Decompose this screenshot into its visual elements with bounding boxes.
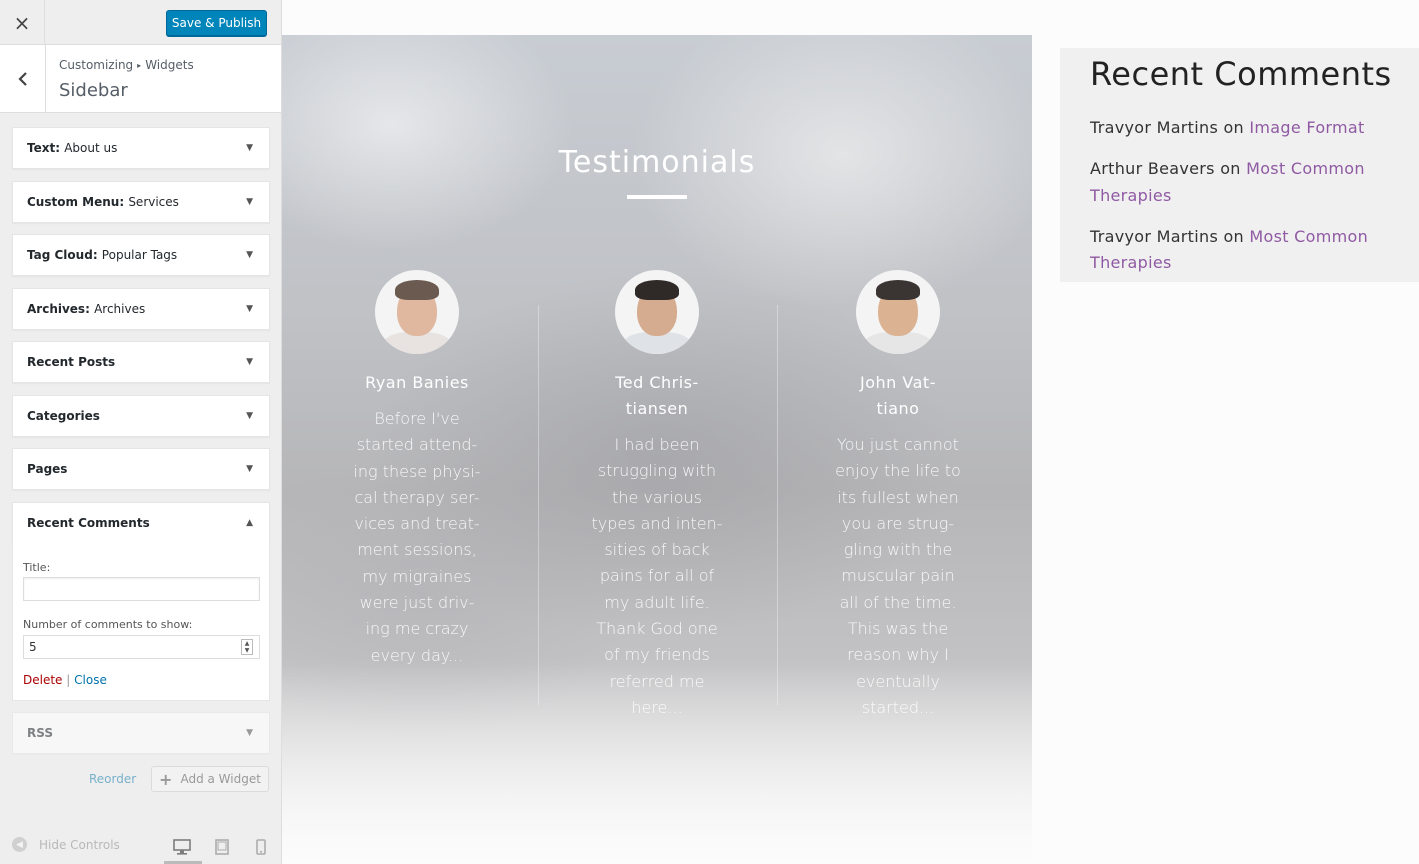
mobile-preview-button[interactable] (248, 834, 274, 860)
hide-controls-button[interactable]: ◀ Hide Controls (12, 837, 120, 852)
testimonials-title: Testimonials (558, 145, 756, 180)
chevron-left-icon (17, 71, 27, 86)
close-icon: × (13, 10, 31, 35)
expand-arrow-icon[interactable]: ▼ (246, 411, 253, 421)
section-title: Sidebar (59, 80, 128, 101)
tablet-preview-button[interactable] (209, 834, 235, 860)
testimonials-section: Testimonials Ryan Banies Before I've sta… (282, 35, 1032, 864)
column-divider (777, 305, 778, 705)
number-spinner-icon[interactable]: ▲ ▼ (241, 639, 253, 655)
close-customizer-button[interactable]: × (0, 0, 45, 45)
testimonial-name: Ryan Banies (365, 373, 469, 392)
recent-comments-title: Recent Comments (1090, 55, 1392, 93)
widget-title: Archives: Archives (27, 302, 146, 316)
recent-comments-list: Travyor Martins on Image Format Arthur B… (1090, 115, 1410, 291)
title-field-label: Title: (23, 561, 51, 574)
comment-author: Arthur Beavers (1090, 159, 1215, 179)
comment-author: Travyor Martins (1090, 118, 1219, 137)
widget-rss[interactable]: RSS ▼ (12, 712, 270, 754)
expand-arrow-icon[interactable]: ▼ (246, 250, 253, 260)
customizer-sidebar: × Save & Publish Customizing ▸ Widgets Sid… (0, 0, 282, 864)
collapse-arrow-icon[interactable]: ▲ (246, 518, 253, 528)
expand-arrow-icon[interactable]: ▼ (246, 197, 253, 207)
widget-recent-comments[interactable]: Recent Comments ▲ (12, 502, 270, 544)
recent-comments-widget: Recent Comments Travyor Martins on Image… (1060, 48, 1419, 282)
count-field-label: Number of comments to show: (23, 618, 193, 631)
title-input[interactable] (23, 577, 260, 601)
widget-custom-menu-services[interactable]: Custom Menu: Services ▼ (12, 181, 270, 223)
widget-title: Categories (27, 409, 100, 423)
back-button[interactable] (0, 45, 46, 112)
breadcrumb-separator-icon: ▸ (137, 61, 142, 70)
widget-title: Recent Comments (27, 516, 150, 530)
widget-categories[interactable]: Categories ▼ (12, 395, 270, 437)
expand-arrow-icon[interactable]: ▼ (246, 304, 253, 314)
expand-arrow-icon[interactable]: ▼ (246, 464, 253, 474)
tablet-icon (215, 839, 229, 855)
widget-pages[interactable]: Pages ▼ (12, 448, 270, 490)
column-divider (538, 305, 539, 705)
link-separator: | (66, 673, 71, 687)
recent-comments-widget-form: Title: Number of comments to show: 5 ▲ ▼ … (12, 543, 270, 701)
customizer-header: × Save & Publish (0, 0, 281, 45)
avatar (856, 270, 940, 354)
add-widget-label: Add a Widget (180, 772, 261, 786)
testimonial-quote: Before I've started attend- ing these ph… (353, 409, 481, 665)
site-preview: Testimonials Ryan Banies Before I've sta… (282, 0, 1419, 864)
expand-arrow-icon[interactable]: ▼ (246, 728, 253, 738)
comment-author: Travyor Martins (1090, 226, 1219, 246)
widget-tag-cloud-popular-tags[interactable]: Tag Cloud: Popular Tags ▼ (12, 234, 270, 276)
comment-count-value: 5 (29, 640, 37, 654)
widget-title: Text: About us (27, 141, 118, 155)
title-underline (627, 195, 687, 199)
widget-title: Tag Cloud: Popular Tags (27, 248, 178, 262)
breadcrumb: Customizing ▸ Widgets (59, 58, 194, 72)
list-item: Travyor Martins on Most Common Therapies (1090, 226, 1369, 273)
comment-count-input[interactable]: 5 ▲ ▼ (23, 635, 260, 659)
comment-post-link[interactable]: Image Format (1249, 118, 1364, 137)
testimonial-quote: I had been struggling with the various t… (591, 435, 723, 717)
avatar (375, 270, 459, 354)
reorder-link[interactable]: Reorder (89, 772, 136, 786)
save-publish-button[interactable]: Save & Publish (166, 10, 267, 36)
plus-icon: + (159, 769, 173, 789)
widget-text-about-us[interactable]: Text: About us ▼ (12, 127, 270, 169)
hide-controls-label: Hide Controls (39, 837, 120, 852)
expand-arrow-icon[interactable]: ▼ (246, 143, 253, 153)
testimonial-card: John Vat- tiano You just cannot enjoy th… (828, 270, 968, 721)
list-item: Arthur Beavers on Most Common Therapies (1090, 159, 1365, 205)
section-header: Customizing ▸ Widgets Sidebar (0, 45, 281, 113)
expand-arrow-icon[interactable]: ▼ (246, 357, 253, 367)
desktop-icon (173, 839, 191, 855)
testimonial-quote: You just cannot enjoy the life to its fu… (835, 435, 961, 717)
testimonial-name: Ted Chris- tiansen (615, 373, 699, 418)
breadcrumb-current: Widgets (145, 58, 194, 72)
testimonial-card: Ted Chris- tiansen I had been struggling… (587, 270, 727, 721)
add-widget-button[interactable]: + Add a Widget (151, 766, 269, 792)
testimonial-card: Ryan Banies Before I've started attend- … (347, 270, 487, 669)
desktop-preview-button[interactable] (169, 834, 195, 860)
widget-archives[interactable]: Archives: Archives ▼ (12, 288, 270, 330)
testimonial-name: John Vat- tiano (860, 373, 936, 418)
widget-title: Custom Menu: Services (27, 195, 179, 209)
widget-title: Pages (27, 462, 68, 476)
widget-actions: Delete | Close (23, 673, 107, 687)
list-item: Travyor Martins on Image Format (1090, 118, 1365, 137)
avatar (615, 270, 699, 354)
widget-title: Recent Posts (27, 355, 116, 369)
delete-link[interactable]: Delete (23, 673, 62, 687)
close-link[interactable]: Close (74, 673, 107, 687)
widget-recent-posts[interactable]: Recent Posts ▼ (12, 341, 270, 383)
mobile-icon (256, 839, 266, 855)
collapse-icon: ◀ (12, 837, 27, 852)
customizer-footer: ◀ Hide Controls (0, 824, 281, 864)
widget-title: RSS (27, 726, 53, 740)
breadcrumb-root: Customizing (59, 58, 134, 72)
